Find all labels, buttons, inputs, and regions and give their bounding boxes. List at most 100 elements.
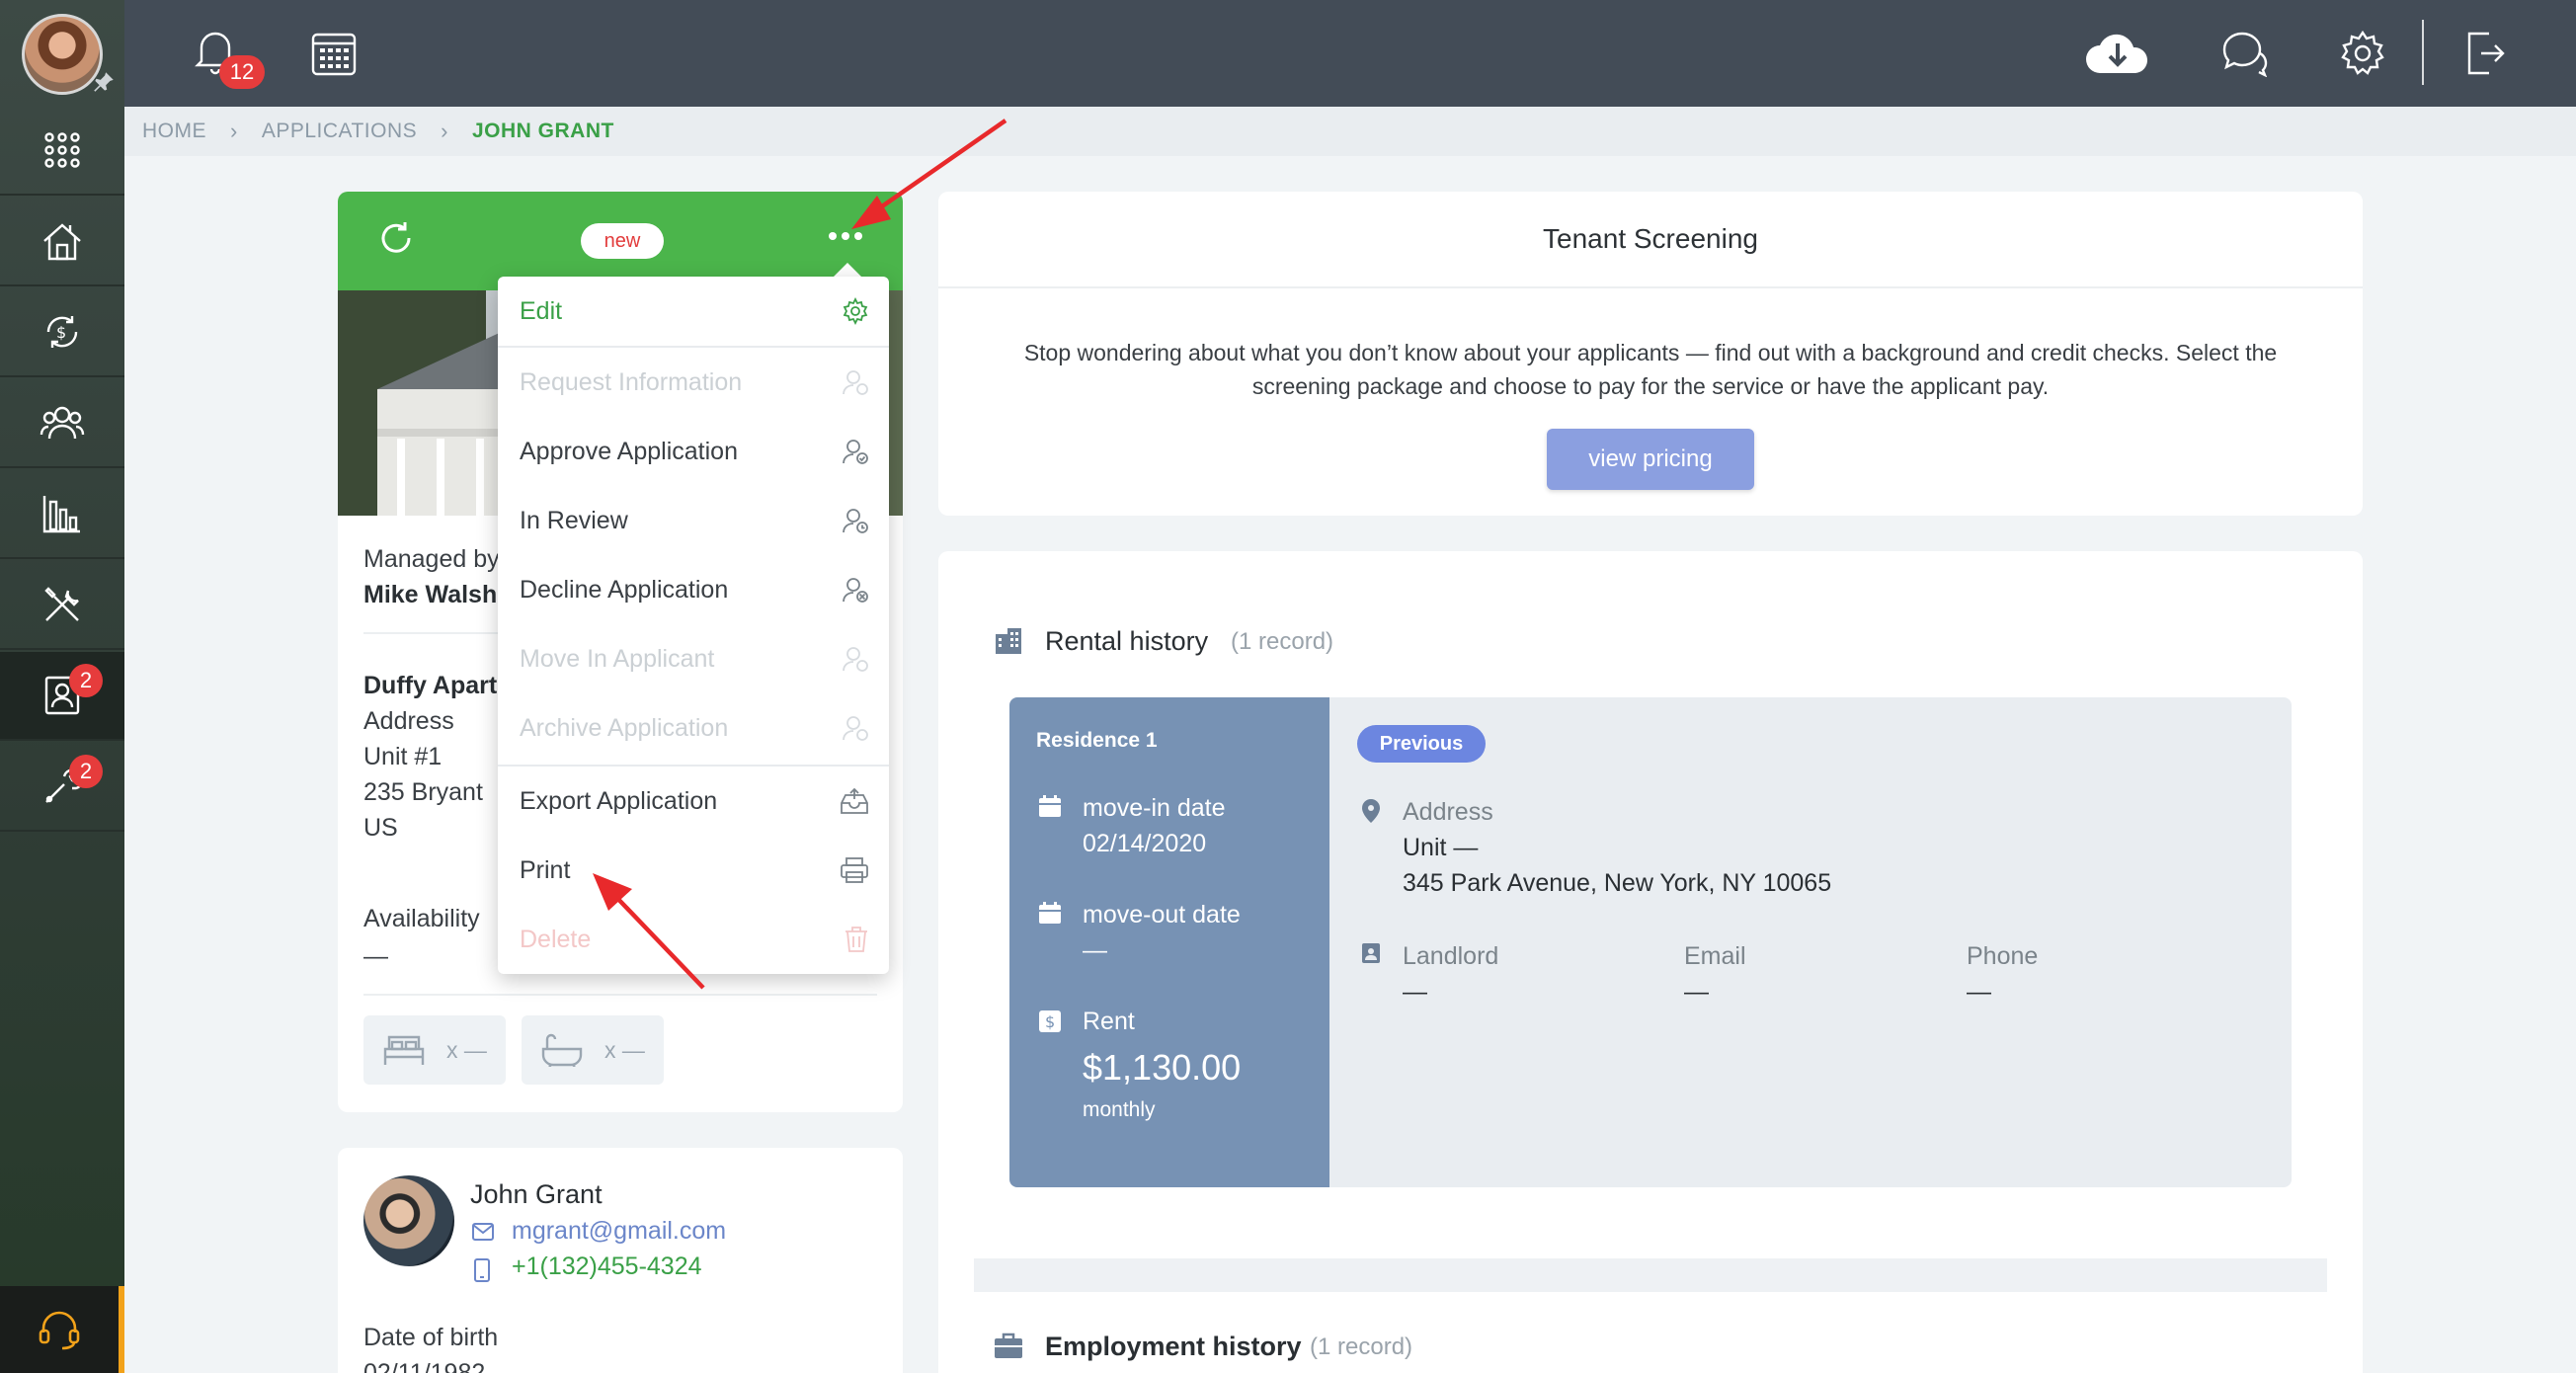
menu-item-label: Export Application [520, 786, 718, 815]
menu-item-decline-application[interactable]: Decline Application [498, 555, 889, 624]
menu-item-label: Decline Application [520, 575, 729, 604]
bar-chart-icon [42, 496, 80, 533]
sidebar-item-applications[interactable]: 2 [0, 652, 124, 741]
beds-chip: x — [363, 1015, 506, 1085]
export-icon [841, 787, 868, 814]
printer-icon [841, 857, 868, 883]
rent-period: monthly [1083, 1098, 1156, 1121]
residence-title: Residence 1 [1036, 729, 1158, 752]
gear-icon [843, 297, 868, 325]
previous-badge: Previous [1357, 725, 1486, 763]
rental-history-count: (1 record) [1231, 628, 1334, 655]
applicant-phone[interactable]: +1(132)455-4324 [512, 1252, 702, 1281]
notifications-badge: 12 [219, 55, 265, 89]
breadcrumb-home[interactable]: HOME [142, 120, 206, 143]
logout-button[interactable] [2463, 30, 2507, 77]
chat-button[interactable] [2220, 30, 2270, 77]
sidebar-item-people[interactable] [0, 379, 124, 468]
sidebar-item-reports[interactable] [0, 470, 124, 559]
bed-icon [383, 1035, 425, 1065]
download-button[interactable] [2084, 30, 2151, 77]
sidebar-item-maintenance[interactable] [0, 561, 124, 650]
ellipsis-icon [829, 232, 862, 240]
pin-icon[interactable] [91, 69, 117, 95]
svg-text:$: $ [1045, 1012, 1055, 1031]
menu-item-label: Request Information [520, 367, 743, 396]
gear-icon [2341, 30, 2384, 75]
applicant-avatar [363, 1175, 454, 1266]
menu-item-label: Delete [520, 925, 592, 953]
sidebar-item-payments[interactable]: $ [0, 288, 124, 377]
menu-item-label: Print [520, 855, 571, 884]
dob-label: Date of birth [363, 1324, 499, 1351]
screening-description-2: screening package and choose to pay for … [1251, 373, 2050, 399]
menu-item-in-review[interactable]: In Review [498, 486, 889, 555]
landlord-phone-value: — [1967, 978, 1991, 1006]
menu-item-print[interactable]: Print [498, 836, 889, 905]
user-review-icon [843, 509, 868, 533]
menu-item-move-in-applicant: Move In Applicant [498, 624, 889, 693]
property-unit: Unit #1 [363, 743, 443, 770]
breadcrumb-current: JOHN GRANT [471, 120, 614, 142]
calendar-button[interactable] [310, 30, 358, 77]
sidebar-item-dashboard[interactable] [0, 107, 124, 196]
user-icon [843, 370, 868, 395]
move-out-label: move-out date [1083, 901, 1241, 929]
settings-button[interactable] [2339, 30, 2386, 77]
applicant-email[interactable]: mgrant@gmail.com [512, 1217, 726, 1246]
residence-summary [1009, 697, 1329, 1187]
sidebar-item-support[interactable] [0, 1286, 124, 1373]
money-cycle-icon: $ [46, 316, 78, 348]
more-options-button[interactable] [828, 229, 863, 243]
location-pin-icon [1361, 798, 1381, 824]
availability-label: Availability [363, 905, 480, 932]
applications-badge: 2 [69, 664, 103, 697]
landlord-phone-label: Phone [1967, 942, 2039, 970]
residence-address-label: Address [1403, 798, 1493, 826]
manager-name: Mike Walsh [363, 581, 498, 608]
status-badge: new [581, 223, 664, 259]
rental-history-title: Rental history [1045, 626, 1209, 656]
menu-item-edit[interactable]: Edit [498, 277, 889, 346]
move-out-date: — [1083, 936, 1107, 964]
house-icon [43, 223, 81, 261]
bathtub-icon [541, 1033, 583, 1067]
menu-item-approve-application[interactable]: Approve Application [498, 417, 889, 486]
menu-item-export-application[interactable]: Export Application [498, 767, 889, 836]
employment-history-count: (1 record) [1310, 1333, 1413, 1360]
view-pricing-button[interactable]: view pricing [1547, 429, 1754, 490]
landlord-email-value: — [1684, 978, 1709, 1006]
menu-item-request-information: Request Information [498, 348, 889, 417]
cloud-download-icon [2086, 34, 2148, 73]
calendar-icon [1038, 901, 1062, 925]
address-label: Address [363, 707, 454, 735]
beds-value: x — [446, 1036, 487, 1063]
refresh-button[interactable] [377, 219, 415, 257]
residence-address-line: 345 Park Avenue, New York, NY 10065 [1403, 869, 1832, 897]
breadcrumb-applications[interactable]: APPLICATIONS [262, 120, 417, 143]
topbar-divider [2422, 20, 2424, 85]
availability-value: — [363, 942, 388, 970]
screening-title: Tenant Screening [1543, 223, 1758, 254]
applicant-name: John Grant [470, 1179, 603, 1209]
calendar-icon [1038, 794, 1062, 818]
chat-icon [2222, 32, 2268, 77]
chevron-right-icon: › [441, 119, 448, 143]
divider [363, 994, 877, 996]
move-in-label: move-in date [1083, 794, 1226, 822]
property-name: Duffy Apart [363, 672, 498, 699]
refresh-icon [381, 222, 411, 253]
sidebar-item-tools[interactable]: 2 [0, 743, 124, 832]
people-icon [40, 406, 85, 440]
user-icon [843, 716, 868, 741]
residence-address-unit: Unit — [1403, 834, 1479, 861]
logout-icon [2467, 32, 2505, 75]
screening-description-1: Stop wondering about what you don’t know… [1023, 340, 2278, 365]
section-separator [974, 1258, 2327, 1292]
chevron-right-icon: › [230, 119, 238, 143]
grid-icon [44, 132, 80, 168]
menu-item-label: Move In Applicant [520, 644, 715, 673]
sidebar-item-properties[interactable] [0, 198, 124, 286]
tools-badge: 2 [69, 755, 103, 788]
menu-item-label: In Review [520, 506, 628, 534]
